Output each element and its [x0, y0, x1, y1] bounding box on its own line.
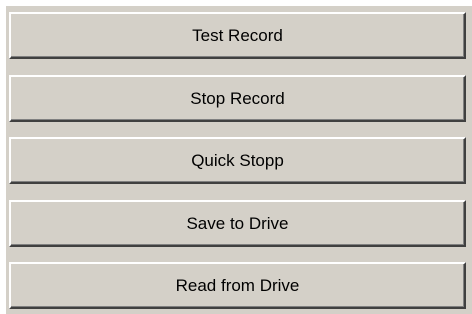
read-from-drive-button-label: Read from Drive	[175, 275, 300, 295]
test-record-button[interactable]: Test Record	[9, 12, 466, 59]
quick-stop-button[interactable]: Quick Stopp	[9, 137, 466, 184]
read-from-drive-button[interactable]: Read from Drive	[9, 262, 466, 309]
stop-record-button-label: Stop Record	[190, 88, 285, 108]
save-to-drive-button-label: Save to Drive	[186, 213, 289, 233]
stop-record-button[interactable]: Stop Record	[9, 75, 466, 122]
test-record-button-label: Test Record	[192, 25, 283, 45]
quick-stop-button-label: Quick Stopp	[191, 150, 284, 170]
save-to-drive-button[interactable]: Save to Drive	[9, 200, 466, 247]
